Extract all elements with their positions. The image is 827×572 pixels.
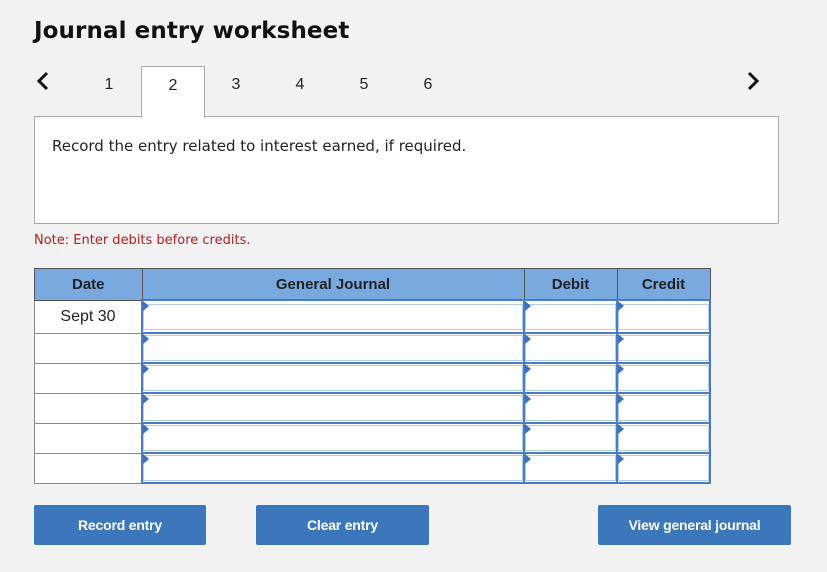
credit-input[interactable] xyxy=(618,365,709,391)
dropdown-indicator-icon xyxy=(525,301,531,311)
account-input[interactable] xyxy=(143,335,523,361)
prompt-box: Record the entry related to interest ear… xyxy=(34,116,779,224)
credit-cell[interactable] xyxy=(616,332,711,364)
account-input[interactable] xyxy=(143,395,523,421)
dropdown-indicator-icon xyxy=(525,394,531,404)
debit-input[interactable] xyxy=(525,455,616,481)
dropdown-indicator-icon xyxy=(143,364,149,374)
view-general-journal-button[interactable]: View general journal xyxy=(598,505,791,545)
dropdown-indicator-icon xyxy=(618,424,624,434)
tab-3[interactable]: 3 xyxy=(205,66,267,118)
table-row xyxy=(34,422,711,454)
debit-cell[interactable] xyxy=(523,452,618,484)
debit-input[interactable] xyxy=(525,365,616,391)
note-text: Note: Enter debits before credits. xyxy=(34,233,251,248)
debit-cell[interactable] xyxy=(523,299,618,334)
page-title: Journal entry worksheet xyxy=(34,18,350,44)
dropdown-indicator-icon xyxy=(525,364,531,374)
clear-entry-button[interactable]: Clear entry xyxy=(256,505,429,545)
account-cell[interactable] xyxy=(141,452,525,484)
tab-1[interactable]: 1 xyxy=(78,66,140,118)
tab-6[interactable]: 6 xyxy=(397,66,459,118)
tab-2[interactable]: 2 xyxy=(141,66,205,118)
credit-cell[interactable] xyxy=(616,362,711,394)
account-cell[interactable] xyxy=(141,362,525,394)
dropdown-indicator-icon xyxy=(143,334,149,344)
account-input[interactable] xyxy=(143,425,523,451)
dropdown-indicator-icon xyxy=(618,454,624,464)
credit-input[interactable] xyxy=(618,455,709,481)
prompt-text: Record the entry related to interest ear… xyxy=(52,137,467,155)
dropdown-indicator-icon xyxy=(525,334,531,344)
table-row xyxy=(34,452,711,484)
debit-header: Debit xyxy=(523,268,618,301)
next-arrow-icon[interactable] xyxy=(745,70,761,98)
journal-table: Date General Journal Debit Credit Sept 3… xyxy=(34,268,711,484)
previous-arrow-icon[interactable] xyxy=(35,70,51,98)
account-cell[interactable] xyxy=(141,392,525,424)
dropdown-indicator-icon xyxy=(618,364,624,374)
credit-input[interactable] xyxy=(618,335,709,361)
account-input[interactable] xyxy=(143,303,523,330)
date-cell: Sept 30 xyxy=(34,299,143,334)
credit-cell[interactable] xyxy=(616,392,711,424)
table-row: Sept 30 xyxy=(34,299,711,334)
credit-cell[interactable] xyxy=(616,299,711,334)
dropdown-indicator-icon xyxy=(143,454,149,464)
date-cell xyxy=(34,362,143,394)
dropdown-indicator-icon xyxy=(618,301,624,311)
table-row xyxy=(34,332,711,364)
table-row xyxy=(34,362,711,394)
debit-cell[interactable] xyxy=(523,332,618,364)
debit-input[interactable] xyxy=(525,303,616,330)
dropdown-indicator-icon xyxy=(143,394,149,404)
dropdown-indicator-icon xyxy=(525,424,531,434)
general-journal-header: General Journal xyxy=(141,268,525,301)
table-row xyxy=(34,392,711,424)
tab-5[interactable]: 5 xyxy=(333,66,395,118)
date-header: Date xyxy=(34,268,143,301)
dropdown-indicator-icon xyxy=(143,424,149,434)
dropdown-indicator-icon xyxy=(618,334,624,344)
debit-cell[interactable] xyxy=(523,392,618,424)
dropdown-indicator-icon xyxy=(525,454,531,464)
account-cell[interactable] xyxy=(141,422,525,454)
account-cell[interactable] xyxy=(141,332,525,364)
account-input[interactable] xyxy=(143,455,523,481)
tab-4[interactable]: 4 xyxy=(269,66,331,118)
credit-input[interactable] xyxy=(618,395,709,421)
date-cell xyxy=(34,452,143,484)
debit-cell[interactable] xyxy=(523,422,618,454)
debit-input[interactable] xyxy=(525,425,616,451)
debit-input[interactable] xyxy=(525,335,616,361)
debit-input[interactable] xyxy=(525,395,616,421)
record-entry-button[interactable]: Record entry xyxy=(34,505,206,545)
credit-input[interactable] xyxy=(618,303,709,330)
account-cell[interactable] xyxy=(141,299,525,334)
date-cell xyxy=(34,332,143,364)
date-cell xyxy=(34,422,143,454)
dropdown-indicator-icon xyxy=(618,394,624,404)
date-cell xyxy=(34,392,143,424)
dropdown-indicator-icon xyxy=(143,301,149,311)
credit-input[interactable] xyxy=(618,425,709,451)
credit-cell[interactable] xyxy=(616,452,711,484)
account-input[interactable] xyxy=(143,365,523,391)
table-header-row: Date General Journal Debit Credit xyxy=(34,268,711,301)
debit-cell[interactable] xyxy=(523,362,618,394)
credit-header: Credit xyxy=(616,268,711,301)
credit-cell[interactable] xyxy=(616,422,711,454)
